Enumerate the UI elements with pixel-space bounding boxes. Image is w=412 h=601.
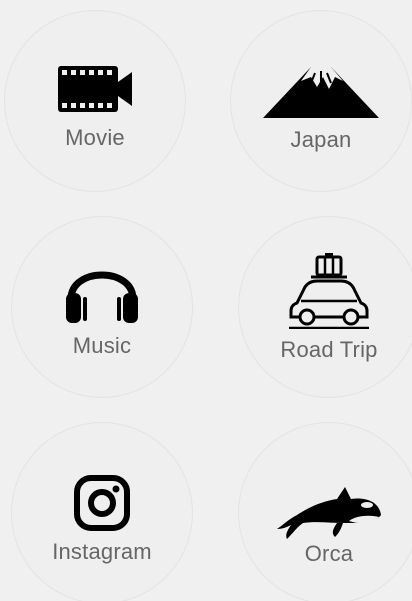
tile-movie[interactable]: Movie [4,10,186,192]
tile-orca[interactable]: Orca [238,422,412,601]
tile-label: Music [72,333,132,358]
tile-label: Movie [65,125,125,150]
tile-label: Japan [290,127,352,152]
tile-music[interactable]: Music [11,216,193,398]
headphones-icon [12,259,192,323]
tile-label: Road Trip [280,337,378,362]
tile-label: Orca [304,541,354,566]
tile-road-trip[interactable]: Road Trip [238,216,412,398]
category-grid: Movie Japan Music Road Trip Instagram Or… [0,0,412,601]
car-with-luggage-icon [239,253,412,329]
instagram-icon [12,475,192,531]
tile-japan[interactable]: Japan [230,10,412,192]
orca-icon [239,485,412,539]
mount-fuji-icon [231,63,411,119]
video-camera-icon [5,66,185,112]
tile-instagram[interactable]: Instagram [11,422,193,601]
tile-label: Instagram [52,539,152,564]
